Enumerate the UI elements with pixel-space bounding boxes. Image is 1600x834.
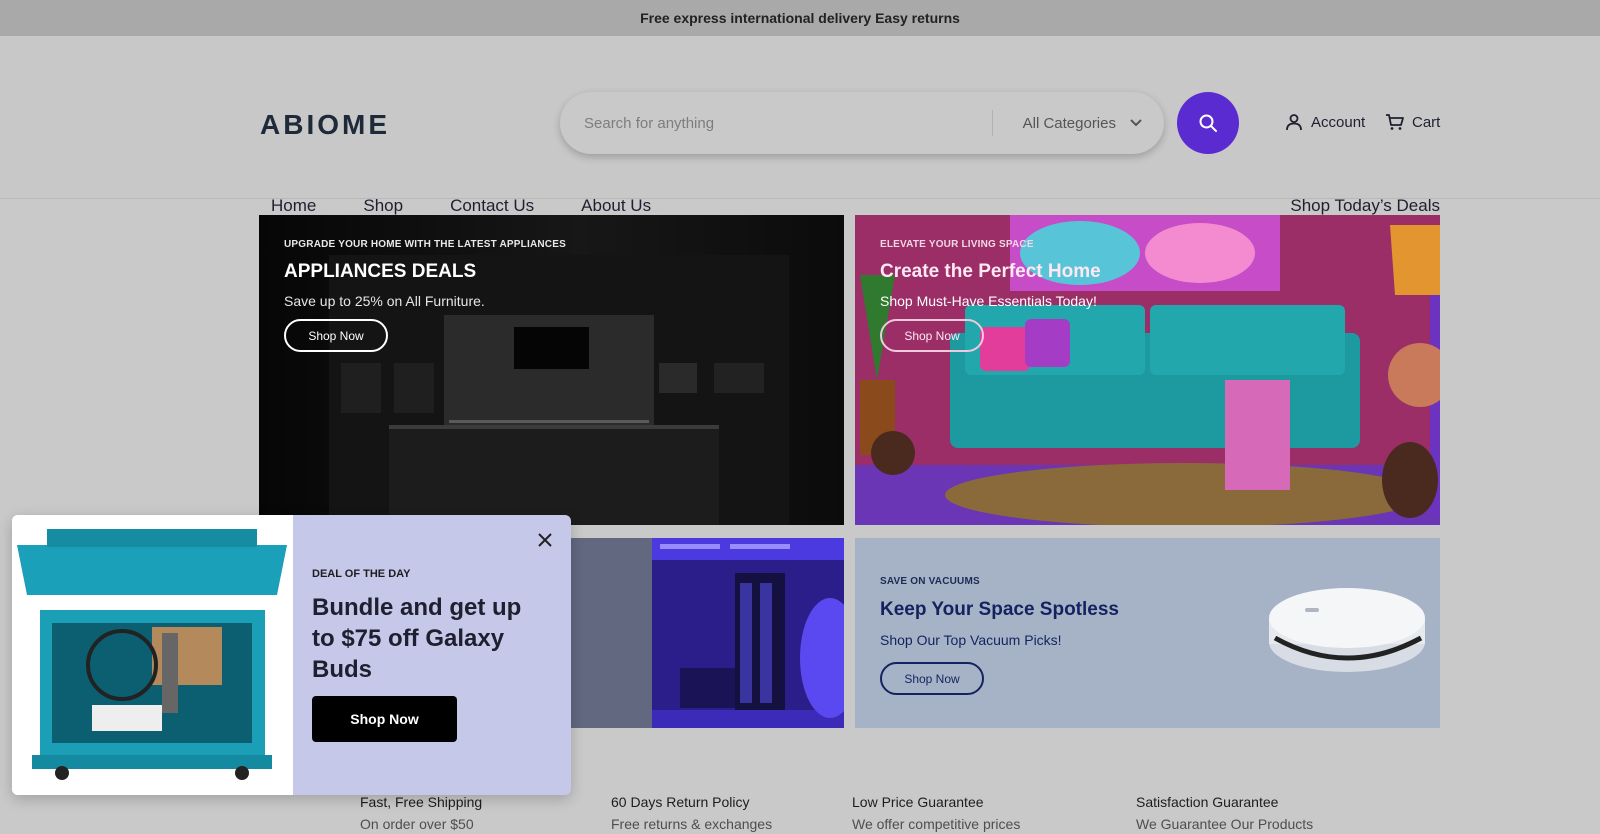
nav-item-home[interactable]: Home: [271, 196, 316, 216]
banner-subtitle: Shop Must-Have Essentials Today!: [880, 293, 1097, 309]
popup-eyebrow: DEAL OF THE DAY: [312, 568, 411, 580]
search-icon: [1199, 114, 1217, 132]
feature-title: Low Price Guarantee: [852, 794, 984, 810]
nav-item-about[interactable]: About Us: [581, 196, 651, 216]
deal-popup: DEAL OF THE DAY Bundle and get up to $75…: [12, 515, 571, 795]
feature-title: Satisfaction Guarantee: [1136, 794, 1279, 810]
account-label: Account: [1311, 113, 1366, 131]
banner-eyebrow: UPGRADE YOUR HOME WITH THE LATEST APPLIA…: [284, 239, 566, 250]
product-image: [12, 515, 293, 795]
banner-title: APPLIANCES DEALS: [284, 261, 477, 282]
appliances-banner[interactable]: UPGRADE YOUR HOME WITH THE LATEST APPLIA…: [259, 215, 844, 525]
popup-title: Bundle and get up to $75 off Galaxy Buds: [312, 594, 522, 683]
feature-subtitle: On order over $50: [360, 816, 474, 832]
search-input[interactable]: [560, 114, 992, 132]
nav-item-shop[interactable]: Shop: [363, 196, 403, 216]
feature-shipping: Fast, Free Shipping On order over $50: [360, 794, 482, 832]
cart-link[interactable]: Cart: [1385, 113, 1440, 131]
vacuums-banner[interactable]: SAVE ON VACUUMS Keep Your Space Spotless…: [855, 538, 1440, 728]
category-select[interactable]: All Categories: [993, 115, 1164, 132]
feature-returns: 60 Days Return Policy Free returns & exc…: [611, 794, 772, 832]
popup-shop-now-button[interactable]: Shop Now: [312, 696, 457, 742]
feature-subtitle: We Guarantee Our Products: [1136, 816, 1314, 832]
nav-item-contact[interactable]: Contact Us: [450, 196, 534, 216]
shop-now-button[interactable]: Shop Now: [284, 319, 388, 352]
todays-deals-link[interactable]: Shop Today’s Deals: [1290, 196, 1440, 216]
main-nav: Home Shop Contact Us About Us: [271, 196, 651, 216]
feature-title: 60 Days Return Policy: [611, 794, 750, 810]
announcement-bar: Free express international delivery Easy…: [0, 0, 1600, 36]
search-bar: All Categories: [560, 92, 1164, 154]
feature-subtitle: We offer competitive prices: [852, 816, 1021, 832]
close-icon[interactable]: [535, 530, 555, 550]
toolbox-image: [12, 515, 293, 795]
feature-price: Low Price Guarantee We offer competitive…: [852, 794, 1020, 832]
feature-title: Fast, Free Shipping: [360, 794, 483, 810]
feature-subtitle: Free returns & exchanges: [611, 816, 773, 832]
gym-image: [560, 538, 844, 728]
user-icon: [1286, 114, 1302, 131]
shop-now-button[interactable]: Shop Now: [880, 319, 984, 352]
banner-title: Create the Perfect Home: [880, 261, 1101, 282]
feature-satisfaction: Satisfaction Guarantee We Guarantee Our …: [1136, 794, 1313, 832]
banner-eyebrow: SAVE ON VACUUMS: [880, 576, 980, 587]
banner-subtitle: Save up to 25% on All Furniture.: [284, 293, 485, 309]
banner-subtitle: Shop Our Top Vacuum Picks!: [880, 632, 1062, 648]
site-header: ABIOME All Categories Account Cart Home …: [0, 36, 1600, 215]
chevron-down-icon: [1130, 119, 1142, 127]
cart-label: Cart: [1412, 113, 1441, 131]
banner-title: Keep Your Space Spotless: [880, 599, 1119, 620]
gym-banner[interactable]: [560, 538, 844, 728]
category-select-label: All Categories: [1022, 114, 1116, 132]
shop-now-button[interactable]: Shop Now: [880, 662, 984, 695]
announcement-text: Free express international delivery Easy…: [640, 10, 960, 26]
banner-eyebrow: ELEVATE YOUR LIVING SPACE: [880, 239, 1034, 250]
search-button[interactable]: [1177, 92, 1239, 154]
site-logo[interactable]: ABIOME: [260, 109, 390, 141]
account-link[interactable]: Account: [1285, 113, 1365, 131]
cart-icon: [1386, 114, 1404, 130]
living-space-banner[interactable]: ELEVATE YOUR LIVING SPACE Create the Per…: [855, 215, 1440, 525]
